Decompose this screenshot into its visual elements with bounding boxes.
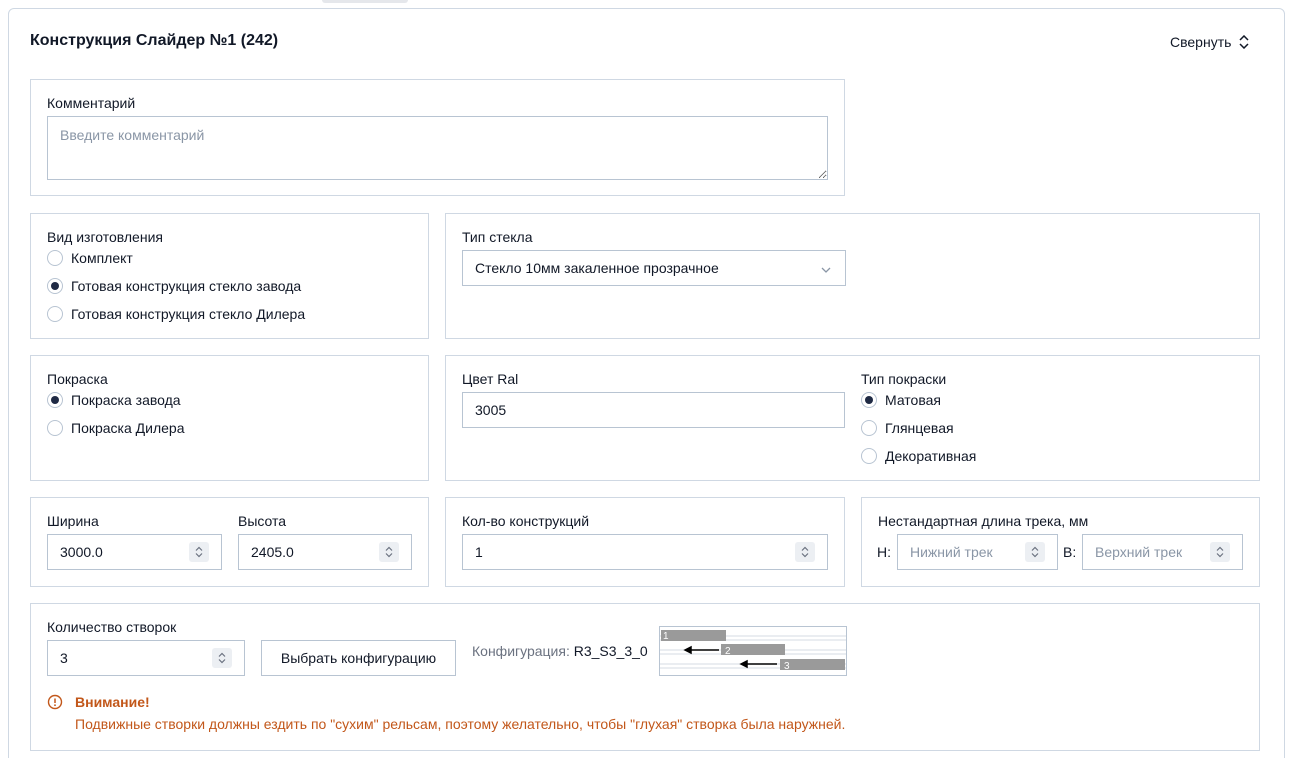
radio-label: Покраска завода bbox=[71, 392, 181, 408]
manufacture-option-kit[interactable]: Комплект bbox=[47, 250, 133, 266]
manufacture-option-dealer-glass[interactable]: Готовая конструкция стекло Дилера bbox=[47, 306, 305, 322]
collapse-button[interactable]: Свернуть bbox=[1170, 34, 1249, 50]
height-input-value: 2405.0 bbox=[251, 544, 294, 560]
painting-label: Покраска bbox=[47, 371, 108, 387]
glass-select[interactable]: Стекло 10мм закаленное прозрачное bbox=[462, 250, 846, 286]
config-info: Конфигурация: R3_S3_3_0 bbox=[472, 643, 648, 659]
top-tab-indicator bbox=[322, 0, 408, 3]
quantity-input-value: 1 bbox=[475, 544, 483, 560]
width-input[interactable]: 3000.0 bbox=[47, 534, 222, 570]
warning-title: Внимание! bbox=[75, 694, 150, 710]
radio-button bbox=[47, 250, 63, 266]
config-diagram: 1 2 3 bbox=[659, 626, 847, 676]
warning-icon bbox=[47, 694, 63, 710]
stepper-icon[interactable] bbox=[212, 648, 232, 668]
radio-button bbox=[47, 420, 63, 436]
radio-button bbox=[861, 420, 877, 436]
radio-button bbox=[861, 448, 877, 464]
config-label: Конфигурация: bbox=[472, 643, 570, 659]
stepper-icon[interactable] bbox=[379, 542, 399, 562]
radio-label: Покраска Дилера bbox=[71, 420, 185, 436]
diagram-panel-2 bbox=[721, 644, 785, 655]
chevron-down-icon bbox=[821, 260, 831, 276]
collapse-label: Свернуть bbox=[1170, 34, 1232, 50]
track-label: Нестандартная длина трека, мм bbox=[878, 513, 1089, 529]
choose-config-button[interactable]: Выбрать конфигурацию bbox=[261, 640, 456, 676]
paint-type-option-decorative[interactable]: Декоративная bbox=[861, 448, 976, 464]
diagram-label-3: 3 bbox=[784, 661, 790, 672]
width-label: Ширина bbox=[47, 513, 99, 529]
painting-option-dealer[interactable]: Покраска Дилера bbox=[47, 420, 184, 436]
radio-label: Глянцевая bbox=[885, 420, 954, 436]
panels-input[interactable]: 3 bbox=[47, 640, 245, 676]
ral-input-value: 3005 bbox=[475, 402, 507, 418]
manufacture-label: Вид изготовления bbox=[47, 229, 163, 245]
stepper-icon[interactable] bbox=[1210, 542, 1230, 562]
diagram-panel-1 bbox=[661, 630, 726, 641]
radio-button-checked bbox=[47, 392, 63, 408]
radio-button bbox=[47, 306, 63, 322]
radio-button-checked bbox=[861, 392, 877, 408]
stepper-icon[interactable] bbox=[795, 542, 815, 562]
manufacture-option-factory-glass[interactable]: Готовая конструкция стекло завода bbox=[47, 278, 301, 294]
warning-text: Подвижные створки должны ездить по "сухи… bbox=[75, 716, 846, 732]
paint-type-label: Тип покраски bbox=[861, 371, 947, 387]
height-label: Высота bbox=[238, 513, 287, 529]
width-input-value: 3000.0 bbox=[60, 544, 103, 560]
stepper-icon[interactable] bbox=[1025, 542, 1045, 562]
diagram-label-1: 1 bbox=[663, 631, 669, 642]
paint-type-option-matte[interactable]: Матовая bbox=[861, 392, 941, 408]
panels-label: Количество створок bbox=[47, 619, 177, 635]
stepper-icon[interactable] bbox=[189, 542, 209, 562]
lower-track-placeholder: Нижний трек bbox=[910, 544, 993, 560]
upper-track-placeholder: Верхний трек bbox=[1095, 544, 1183, 560]
upper-track-prefix: В: bbox=[1063, 544, 1077, 560]
radio-button-checked bbox=[47, 278, 63, 294]
radio-label: Комплект bbox=[71, 250, 133, 266]
config-value: R3_S3_3_0 bbox=[573, 643, 648, 659]
chevron-up-down-icon bbox=[1239, 35, 1249, 49]
panels-input-value: 3 bbox=[60, 650, 68, 666]
card-title: Конструкция Слайдер №1 (242) bbox=[30, 32, 279, 49]
comment-label: Комментарий bbox=[47, 95, 136, 111]
quantity-input[interactable]: 1 bbox=[462, 534, 828, 570]
glass-select-value: Стекло 10мм закаленное прозрачное bbox=[475, 260, 719, 276]
quantity-label: Кол-во конструкций bbox=[462, 513, 590, 529]
paint-type-option-gloss[interactable]: Глянцевая bbox=[861, 420, 954, 436]
comment-input[interactable] bbox=[47, 116, 828, 180]
radio-label: Готовая конструкция стекло завода bbox=[71, 278, 302, 294]
diagram-label-2: 2 bbox=[725, 646, 731, 657]
ral-label: Цвет Ral bbox=[462, 371, 519, 387]
lower-track-prefix: Н: bbox=[877, 544, 891, 560]
radio-label: Матовая bbox=[885, 392, 941, 408]
ral-input[interactable]: 3005 bbox=[462, 392, 845, 428]
radio-label: Готовая конструкция стекло Дилера bbox=[71, 306, 306, 322]
diagram-panel-3 bbox=[780, 659, 845, 670]
painting-option-factory[interactable]: Покраска завода bbox=[47, 392, 181, 408]
glass-label: Тип стекла bbox=[462, 229, 533, 245]
height-input[interactable]: 2405.0 bbox=[238, 534, 412, 570]
lower-track-input[interactable]: Нижний трек bbox=[897, 534, 1058, 570]
radio-label: Декоративная bbox=[885, 448, 977, 464]
upper-track-input[interactable]: Верхний трек bbox=[1082, 534, 1243, 570]
